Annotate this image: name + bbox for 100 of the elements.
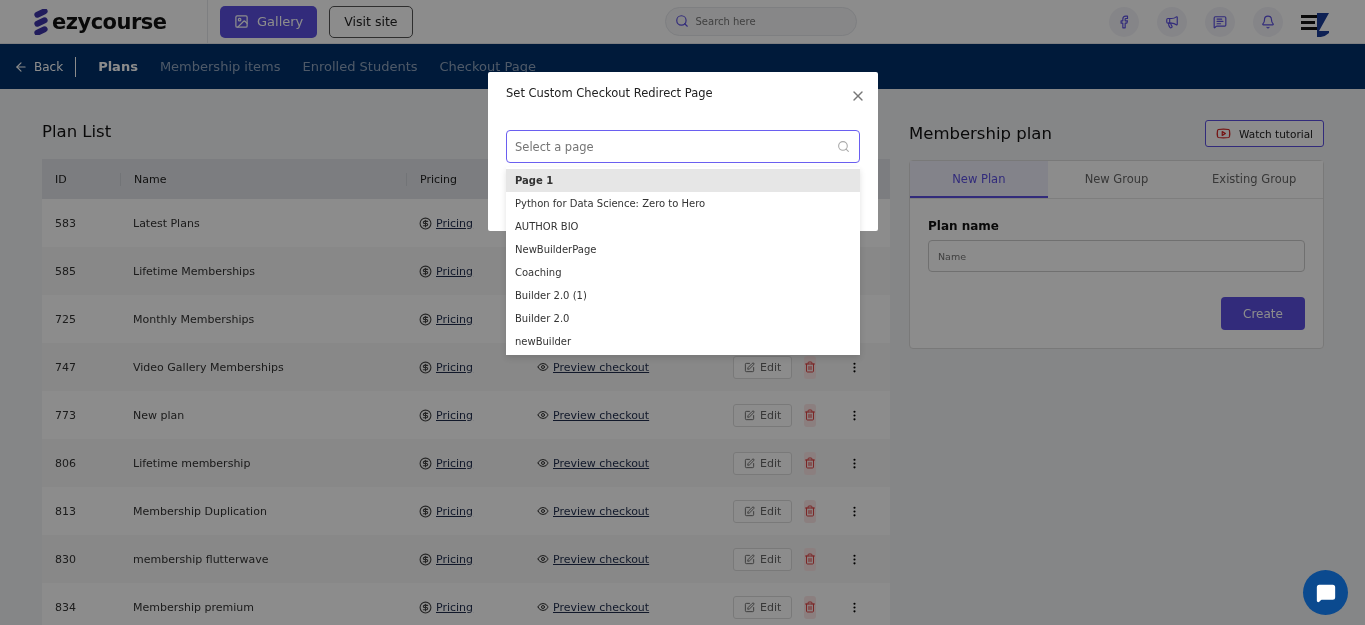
pencil-icon bbox=[744, 409, 755, 421]
pricing-link[interactable]: Pricing bbox=[436, 312, 474, 326]
nav-tab[interactable]: Membership items bbox=[159, 59, 281, 74]
preview-checkout-link[interactable]: Preview checkout bbox=[553, 456, 650, 470]
dollar-icon bbox=[419, 312, 432, 326]
table-cell-text: Membership premium bbox=[132, 600, 255, 614]
table-cell-text: 583 bbox=[54, 216, 77, 230]
watch-tutorial-button[interactable]: Watch tutorial bbox=[1205, 120, 1324, 147]
dropdown-option[interactable]: Page 1 bbox=[506, 169, 860, 192]
pricing-link[interactable]: Pricing bbox=[436, 408, 474, 422]
search-field[interactable]: Search here bbox=[664, 7, 857, 36]
search-icon bbox=[837, 140, 850, 153]
dropdown-option[interactable]: NewBuilderPage bbox=[506, 238, 860, 261]
facebook-icon[interactable] bbox=[1109, 6, 1139, 37]
page-select-field[interactable]: Select a page bbox=[506, 130, 860, 163]
preview-checkout-link[interactable]: Preview checkout bbox=[553, 552, 650, 566]
table-cell-text: membership flutterwave bbox=[132, 552, 270, 566]
edit-button[interactable]: Edit bbox=[733, 595, 793, 619]
dropdown-option[interactable]: Coaching bbox=[506, 261, 860, 284]
dollar-icon bbox=[419, 360, 432, 374]
trash-icon bbox=[804, 457, 817, 469]
chat-button[interactable] bbox=[1303, 570, 1348, 615]
pencil-icon bbox=[744, 601, 755, 613]
table-cell-text: Lifetime Memberships bbox=[132, 264, 256, 278]
edit-button[interactable]: Edit bbox=[733, 499, 793, 523]
dollar-icon bbox=[419, 552, 432, 566]
delete-button[interactable] bbox=[804, 499, 817, 523]
edit-button[interactable]: Edit bbox=[733, 451, 793, 475]
pricing-link[interactable]: Pricing bbox=[436, 504, 474, 518]
table-cell-text: Latest Plans bbox=[132, 216, 201, 230]
preview-checkout-link[interactable]: Preview checkout bbox=[553, 408, 650, 422]
edit-button[interactable]: Edit bbox=[733, 355, 793, 379]
edit-button[interactable]: Edit bbox=[733, 403, 793, 427]
table-cell-text: 773 bbox=[54, 408, 77, 422]
delete-button[interactable] bbox=[804, 595, 817, 619]
delete-button[interactable] bbox=[804, 547, 817, 571]
dollar-icon bbox=[419, 600, 432, 614]
dropdown-option[interactable]: AUTHOR BIO bbox=[506, 215, 860, 238]
delete-button[interactable] bbox=[804, 355, 817, 379]
panel-title: Membership plan bbox=[909, 124, 1052, 143]
delete-button[interactable] bbox=[804, 403, 817, 427]
eye-icon bbox=[537, 361, 549, 373]
pricing-link[interactable]: Pricing bbox=[436, 456, 474, 470]
eye-icon bbox=[537, 457, 549, 469]
back-link[interactable]: Back bbox=[14, 56, 77, 77]
gallery-button[interactable]: Gallery bbox=[220, 5, 318, 38]
eye-icon bbox=[537, 601, 549, 613]
notification-icon[interactable] bbox=[1253, 6, 1283, 37]
plan-tab[interactable]: New Plan bbox=[910, 161, 1048, 198]
megaphone-icon[interactable] bbox=[1157, 6, 1187, 37]
image-icon bbox=[234, 14, 249, 29]
trash-icon bbox=[804, 505, 817, 517]
preview-checkout-link[interactable]: Preview checkout bbox=[553, 600, 650, 614]
dropdown-option[interactable]: Builder 2.0 (1) bbox=[506, 284, 860, 307]
message-icon bbox=[1315, 582, 1336, 603]
pricing-link[interactable]: Pricing bbox=[436, 264, 474, 278]
trash-icon bbox=[804, 601, 817, 613]
field-label: Plan name bbox=[928, 219, 1000, 233]
pricing-link[interactable]: Pricing bbox=[436, 216, 474, 230]
trash-icon bbox=[804, 553, 817, 565]
dollar-icon bbox=[419, 408, 432, 422]
section-title: Plan List bbox=[42, 122, 113, 141]
create-button[interactable]: Create bbox=[1221, 297, 1305, 330]
preview-checkout-link[interactable]: Preview checkout bbox=[553, 504, 650, 518]
pencil-icon bbox=[744, 457, 755, 469]
edit-button[interactable]: Edit bbox=[733, 547, 793, 571]
search-icon bbox=[674, 14, 689, 28]
table-cell-text: 725 bbox=[54, 312, 77, 326]
dollar-icon bbox=[419, 264, 432, 278]
table-cell-text: 834 bbox=[54, 600, 77, 614]
pricing-link[interactable]: Pricing bbox=[436, 552, 474, 566]
nav-tab[interactable]: Plans bbox=[98, 59, 138, 74]
logo-icon bbox=[32, 8, 50, 35]
table-cell-text: 813 bbox=[54, 504, 77, 518]
table-cell-text: Membership Duplication bbox=[132, 504, 268, 518]
visit-site-button[interactable]: Visit site bbox=[329, 5, 413, 38]
trash-icon bbox=[804, 409, 817, 421]
eye-icon bbox=[537, 409, 549, 421]
dropdown-option[interactable]: Python for Data Science: Zero to Hero bbox=[506, 192, 860, 215]
column-header: ID bbox=[54, 172, 68, 186]
delete-button[interactable] bbox=[804, 451, 817, 475]
table-cell-text: Video Gallery Memberships bbox=[132, 360, 285, 374]
chat-icon[interactable] bbox=[1205, 6, 1235, 37]
logo-text: ezycourse bbox=[52, 9, 167, 34]
eye-icon bbox=[537, 505, 549, 517]
pricing-link[interactable]: Pricing bbox=[436, 360, 474, 374]
table-cell-text: 747 bbox=[54, 360, 77, 374]
video-icon bbox=[1216, 126, 1232, 141]
table-cell-text: 806 bbox=[54, 456, 77, 470]
modal-title: Set Custom Checkout Redirect Page bbox=[506, 86, 714, 100]
pricing-link[interactable]: Pricing bbox=[436, 600, 474, 614]
preview-checkout-link[interactable]: Preview checkout bbox=[553, 360, 650, 374]
column-header: Name bbox=[120, 172, 406, 186]
table-cell-text: 585 bbox=[54, 264, 77, 278]
plan-name-field[interactable]: Name bbox=[928, 240, 1305, 272]
eye-icon bbox=[537, 553, 549, 565]
dropdown-option[interactable]: Builder 2.0 bbox=[506, 307, 860, 330]
dropdown-option[interactable]: newBuilder bbox=[506, 330, 860, 353]
table-cell-text: Monthly Memberships bbox=[132, 312, 256, 326]
dollar-icon bbox=[419, 456, 432, 470]
